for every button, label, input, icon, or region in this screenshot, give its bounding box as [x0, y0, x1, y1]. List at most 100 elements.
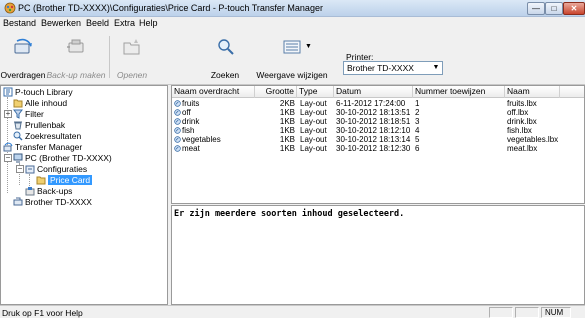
computer-icon	[13, 153, 23, 163]
table-cell: Lay-out	[300, 144, 327, 153]
table-cell: meat	[182, 144, 200, 153]
maximize-icon: □	[551, 4, 557, 13]
filter-icon	[13, 109, 23, 119]
template-list: Naam overdracht Grootte Type Datum Numme…	[171, 85, 585, 204]
status-num: NUM	[541, 307, 571, 318]
transfer-icon	[14, 38, 32, 54]
close-button[interactable]: ✕	[563, 2, 585, 15]
change-view-button[interactable]: ▼ Weergave wijzigen	[254, 30, 330, 85]
tree-label: Prullenbak	[25, 120, 66, 130]
tree-label: Zoekresultaten	[25, 131, 82, 141]
column-header-type[interactable]: Type	[297, 86, 334, 98]
table-cell: 6	[415, 144, 420, 153]
table-cell: 2KB	[279, 99, 295, 108]
printer-value: Brother TD-XXXX	[347, 63, 414, 73]
title-bar: PC (Brother TD-XXXX)\Configuraties\Price…	[0, 0, 585, 17]
folder-open-icon	[36, 176, 46, 185]
table-cell: off	[182, 108, 191, 117]
table-cell: 30-10-2012 18:13:51	[336, 108, 411, 117]
table-cell: 30-10-2012 18:12:10	[336, 126, 411, 135]
tree-label: Alle inhoud	[25, 98, 68, 108]
backup-label: Back-up maken	[46, 70, 106, 80]
backup-button[interactable]: Back-up maken	[46, 30, 106, 85]
collapse-icon[interactable]: −	[16, 165, 24, 173]
open-label: Openen	[116, 70, 148, 80]
view-label: Weergave wijzigen	[256, 70, 328, 80]
table-cell: vegetables	[182, 135, 221, 144]
table-row[interactable]: fruits 2KB Lay-out 6-11-2012 17:24:00 1 fruit…	[172, 99, 584, 108]
preview-message: Er zijn meerdere soorten inhoud geselect…	[174, 209, 405, 219]
table-cell: fruits	[182, 99, 200, 108]
column-header-date[interactable]: Datum	[334, 86, 413, 98]
table-row[interactable]: meat 1KB Lay-out 30-10-2012 18:12:30 6 meat.l…	[172, 144, 584, 153]
collapse-icon[interactable]: −	[4, 154, 12, 162]
folder-icon	[13, 99, 23, 108]
transfer-manager-icon	[3, 142, 13, 152]
table-cell: vegetables.lbx	[507, 135, 559, 144]
table-row[interactable]: vegetables 1KB Lay-out 30-10-2012 18:13:14 5…	[172, 135, 584, 144]
column-header-name[interactable]: Naam overdracht	[172, 86, 255, 98]
library-icon	[3, 87, 13, 97]
toolbar-separator	[109, 36, 110, 78]
search-icon	[218, 39, 234, 55]
column-header-key-assign[interactable]: Nummer toewijzen	[413, 86, 505, 98]
menu-beeld[interactable]: Beeld	[86, 18, 109, 28]
table-cell: 5	[415, 135, 420, 144]
tree-label: Transfer Manager	[15, 142, 83, 152]
open-button[interactable]: Openen	[112, 30, 152, 85]
view-icon	[283, 40, 301, 54]
search-button[interactable]: Zoeken	[205, 30, 245, 85]
menu-help[interactable]: Help	[139, 18, 158, 28]
printer-select[interactable]: Brother TD-XXXX ▼	[343, 61, 443, 75]
table-cell: drink	[182, 117, 200, 126]
tree-label: Configuraties	[37, 164, 88, 174]
tree-label: Price Card	[48, 175, 93, 185]
table-cell: fish	[182, 126, 195, 135]
maximize-button[interactable]: □	[545, 2, 563, 15]
table-row[interactable]: fish 1KB Lay-out 30-10-2012 18:12:10 4 fish.l…	[172, 126, 584, 135]
menu-bestand[interactable]: Bestand	[3, 18, 36, 28]
table-cell: 1KB	[279, 126, 295, 135]
table-cell: 30-10-2012 18:13:14	[336, 135, 411, 144]
close-icon: ✕	[570, 4, 578, 13]
tree-label: P-touch Library	[15, 87, 73, 97]
column-header-size[interactable]: Grootte	[255, 86, 297, 98]
table-cell: 1	[415, 99, 420, 108]
transfer-button[interactable]: Overdragen	[0, 30, 46, 85]
recycle-bin-icon	[14, 121, 22, 130]
search-label: Zoeken	[210, 70, 240, 80]
menu-extra[interactable]: Extra	[114, 18, 135, 28]
minimize-icon: —	[532, 4, 540, 13]
minimize-button[interactable]: —	[527, 2, 545, 15]
table-row[interactable]: off 1KB Lay-out 30-10-2012 18:13:51 2 off.lbx	[172, 108, 584, 117]
chevron-down-icon: ▼	[432, 64, 440, 71]
menu-bar: Bestand Bewerken Beeld Extra Help	[0, 17, 585, 30]
table-cell: meat.lbx	[507, 144, 538, 153]
toolbar: Overdragen Back-up maken Openen Zoeken ▼…	[0, 30, 585, 85]
menu-bewerken[interactable]: Bewerken	[41, 18, 81, 28]
table-cell: 6-11-2012 17:24:00	[336, 99, 406, 108]
tree-label: Back-ups	[37, 186, 73, 196]
table-cell: off.lbx	[507, 108, 529, 117]
transfer-label: Overdragen	[0, 70, 46, 80]
tree-line	[29, 174, 30, 186]
configurations-icon	[25, 165, 35, 174]
open-icon	[123, 39, 140, 55]
library-tree: P-touch Library Alle inhoud + Filter Pru…	[0, 85, 168, 305]
table-row[interactable]: drink 1KB Lay-out 30-10-2012 18:18:51 3 drink…	[172, 117, 584, 126]
table-cell: Lay-out	[300, 99, 327, 108]
expand-icon[interactable]: +	[4, 110, 12, 118]
search-icon	[13, 131, 23, 141]
column-header-filename[interactable]: Naam	[505, 86, 560, 98]
printer-icon	[13, 197, 23, 206]
list-header: Naam overdracht Grootte Type Datum Numme…	[172, 86, 584, 98]
table-cell: 1KB	[279, 135, 295, 144]
table-cell: fish.lbx	[507, 126, 532, 135]
tree-label: Filter	[25, 109, 44, 119]
table-cell: fruits.lbx	[507, 99, 537, 108]
app-icon	[4, 2, 16, 14]
status-pane	[489, 307, 513, 318]
status-bar: Druk op F1 voor Help NUM	[0, 305, 585, 318]
table-cell: 3	[415, 117, 420, 126]
table-cell: drink.lbx	[507, 117, 537, 126]
